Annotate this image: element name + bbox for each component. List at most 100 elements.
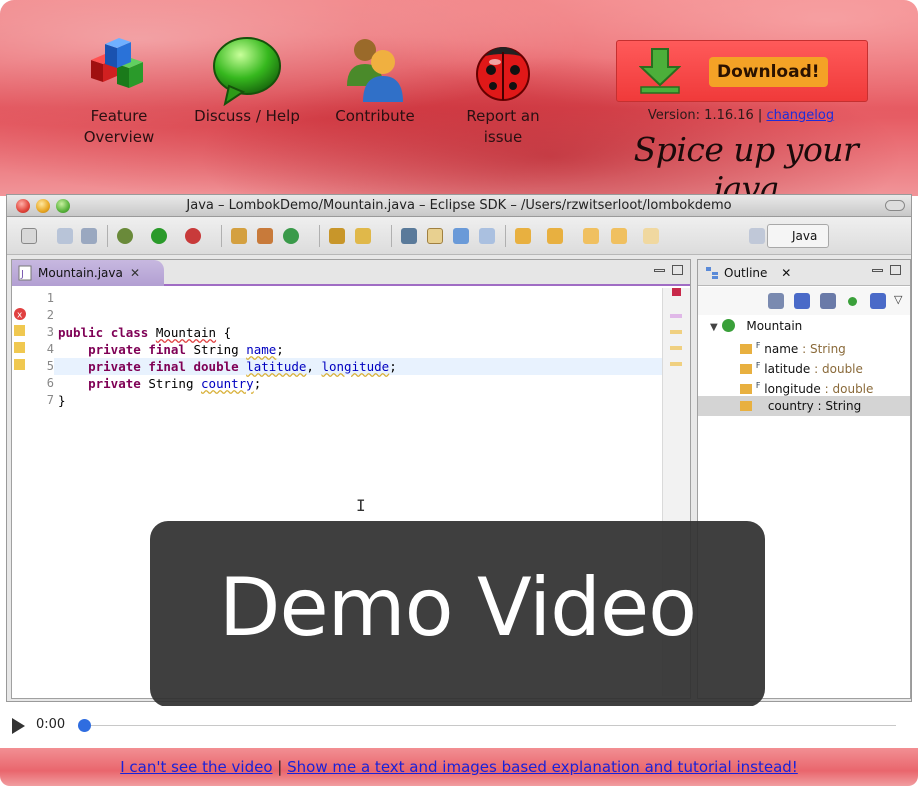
people-icon xyxy=(339,34,411,106)
outline-toolbar: ▽ xyxy=(698,287,910,315)
hide-fields-icon xyxy=(794,293,810,309)
view-menu-icon: ▽ xyxy=(894,293,903,306)
outline-icon xyxy=(706,267,718,279)
video-progress-bar[interactable] xyxy=(84,725,896,726)
nav-discuss-help[interactable]: Discuss / Help xyxy=(192,34,302,127)
outline-field-name: name xyxy=(764,342,799,356)
version-info: Version: 1.16.16 | changelog xyxy=(600,108,882,123)
field-icon xyxy=(740,364,752,374)
back-icon xyxy=(611,228,627,244)
eclipse-title: Java – LombokDemo/Mountain.java – Eclips… xyxy=(186,198,732,213)
debug-icon xyxy=(117,228,133,244)
print-icon xyxy=(81,228,97,244)
code-editor: public class Mountain { private final St… xyxy=(58,325,397,408)
close-tab-icon: ✕ xyxy=(130,266,141,280)
perspective-java: Java xyxy=(767,224,829,248)
footer-separator: | xyxy=(277,758,283,776)
line-numbers: 1 2 3 4 5 6 7 xyxy=(46,291,54,407)
field-icon xyxy=(740,401,752,411)
svg-text:J: J xyxy=(20,269,24,280)
outline-field-type: : String xyxy=(802,342,846,356)
nav-report-issue[interactable]: Report an issue xyxy=(448,34,558,148)
open-type-icon xyxy=(329,228,345,244)
ladybug-icon xyxy=(467,34,539,106)
editor-tab-label: Mountain.java xyxy=(38,266,123,280)
nav-report-issue-label: Report an issue xyxy=(466,107,540,146)
eclipse-titlebar: Java – LombokDemo/Mountain.java – Eclips… xyxy=(7,195,911,217)
field-icon xyxy=(740,384,752,394)
search-icon xyxy=(355,228,371,244)
download-label: Download! xyxy=(709,57,828,87)
next-annotation-icon xyxy=(515,228,531,244)
nav-feature-overview[interactable]: Feature Overview xyxy=(64,34,174,148)
expand-arrow-icon: ▼ xyxy=(710,322,718,333)
java-file-icon: J xyxy=(18,265,32,281)
hide-local-types-icon xyxy=(870,293,886,309)
run-icon xyxy=(151,228,167,244)
gutter-annotations: x xyxy=(14,308,26,370)
new-file-icon xyxy=(21,228,37,244)
speech-bubble-icon xyxy=(211,34,283,107)
text-tutorial-link[interactable]: Show me a text and images based explanat… xyxy=(287,758,798,776)
outline-root-label: Mountain xyxy=(746,319,803,333)
cubes-icon xyxy=(83,34,155,106)
tree-row: ▼ Mountain xyxy=(698,316,910,336)
nav-discuss-help-label: Discuss / Help xyxy=(194,107,300,125)
outline-field-name: latitude xyxy=(764,362,811,376)
svg-text:x: x xyxy=(17,311,23,321)
play-icon[interactable] xyxy=(12,718,25,734)
field-icon xyxy=(740,344,752,354)
outline-field-name: country xyxy=(767,399,814,413)
last-edit-icon xyxy=(583,228,599,244)
video-controls: 0:00 xyxy=(0,706,918,744)
outline-tab: Outline ✕ xyxy=(698,260,910,286)
editor-tab: J Mountain.java ✕ xyxy=(12,260,164,286)
outline-tab-label: Outline xyxy=(724,266,768,280)
nav-contribute-label: Contribute xyxy=(335,107,415,125)
download-button[interactable]: Download! xyxy=(616,40,868,102)
new-package-icon xyxy=(257,228,273,244)
nav-contribute[interactable]: Contribute xyxy=(320,34,430,127)
sort-icon xyxy=(768,293,784,309)
cant-see-video-link[interactable]: I can't see the video xyxy=(120,758,272,776)
minimize-icon xyxy=(654,269,665,272)
nav-feature-overview-label: Feature Overview xyxy=(83,107,155,146)
footer-links: I can't see the video | Show me a text a… xyxy=(0,748,918,786)
external-tools-icon xyxy=(185,228,201,244)
outline-maximize-icon xyxy=(890,265,901,275)
outline-field-name: longitude xyxy=(764,382,821,396)
class-icon xyxy=(721,319,735,332)
toggle-mark-icon xyxy=(401,228,417,244)
hide-nonpublic-icon xyxy=(848,297,857,306)
video-seek-handle[interactable] xyxy=(78,719,91,732)
block-select-icon xyxy=(453,228,469,244)
download-arrow-icon xyxy=(638,47,682,95)
outline-tree: ▼ Mountain F name : String F latitude : … xyxy=(698,316,910,416)
tree-row: F longitude : double xyxy=(698,376,910,396)
tree-row-selected: country : String xyxy=(698,396,910,416)
new-class-icon xyxy=(283,228,299,244)
outline-field-type: : String xyxy=(817,399,862,413)
hide-static-icon xyxy=(820,293,836,309)
text-cursor-icon: I xyxy=(356,496,366,515)
toolbar-toggle-icon xyxy=(885,200,905,211)
save-icon xyxy=(57,228,73,244)
editor-tab-row: J Mountain.java ✕ xyxy=(12,260,690,286)
demo-video-play-overlay[interactable]: Demo Video xyxy=(150,521,765,707)
changelog-link[interactable]: changelog xyxy=(766,108,834,123)
new-project-icon xyxy=(231,228,247,244)
demo-video-label: Demo Video xyxy=(218,561,697,654)
tree-row: F name : String xyxy=(698,336,910,356)
version-text: Version: 1.16.16 | xyxy=(647,108,763,123)
perspective-label: Java xyxy=(792,229,818,243)
outline-field-type: : double xyxy=(814,362,863,376)
show-whitespace-icon xyxy=(479,228,495,244)
outline-field-type: : double xyxy=(824,382,874,396)
highlight-icon xyxy=(427,228,443,244)
eclipse-toolbar: Java xyxy=(7,217,911,255)
outline-minimize-icon xyxy=(872,269,883,272)
tree-row: F latitude : double xyxy=(698,356,910,376)
close-outline-icon: ✕ xyxy=(781,266,792,280)
open-perspective-icon xyxy=(749,228,765,244)
maximize-icon xyxy=(672,265,683,275)
